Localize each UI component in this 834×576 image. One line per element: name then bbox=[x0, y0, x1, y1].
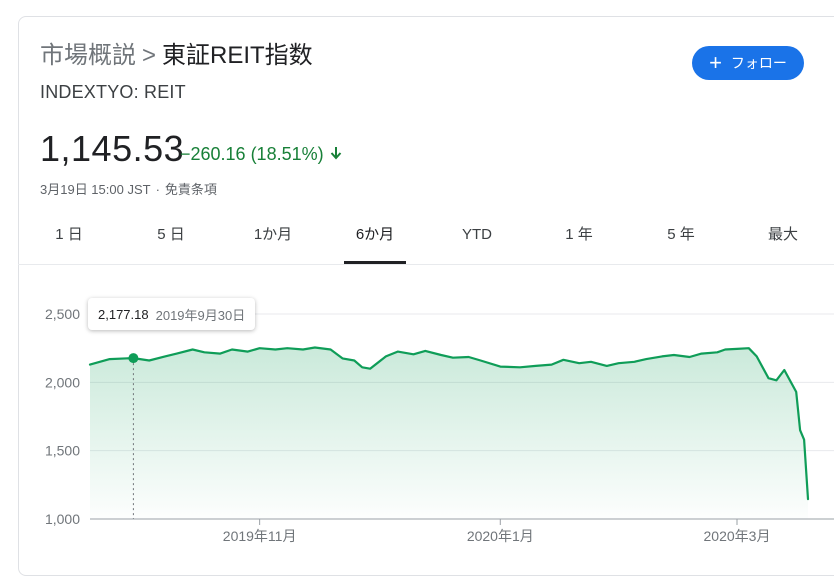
chart-tooltip: 2,177.18 2019年9月30日 bbox=[88, 298, 256, 330]
y-tick-label: 2,500 bbox=[45, 306, 80, 322]
y-tick-label: 2,000 bbox=[45, 374, 80, 390]
price-chart[interactable]: 1,000 1,500 2,000 2,500 2019年11月 2020年1月 2020年… bbox=[0, 0, 834, 560]
y-tick-label: 1,000 bbox=[45, 511, 80, 527]
tooltip-value: 2,177.18 bbox=[98, 306, 149, 322]
price-area-fill bbox=[90, 347, 808, 519]
highlight-point bbox=[128, 353, 139, 364]
x-tick-label: 2020年1月 bbox=[467, 528, 534, 544]
tooltip-date: 2019年9月30日 bbox=[155, 307, 246, 323]
x-tick-label: 2020年3月 bbox=[704, 528, 771, 544]
y-tick-label: 1,500 bbox=[45, 443, 80, 459]
x-tick-label: 2019年11月 bbox=[223, 528, 297, 544]
